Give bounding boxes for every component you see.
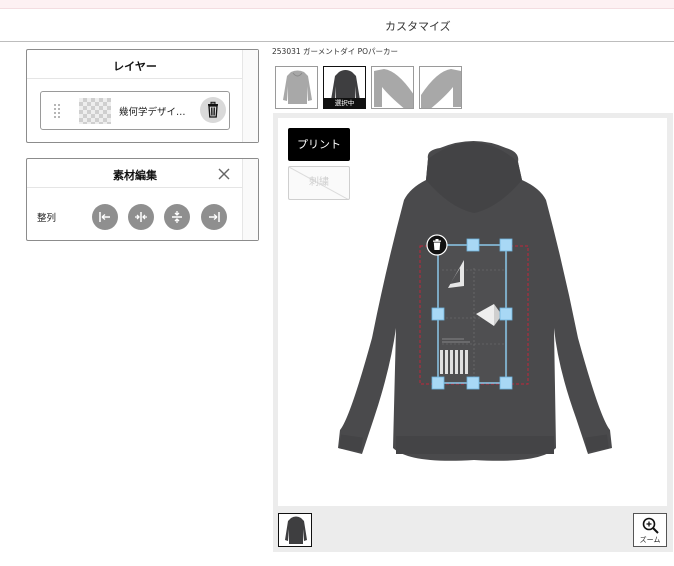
sleeve-left-icon bbox=[421, 69, 461, 108]
zoom-label: ズーム bbox=[639, 536, 661, 544]
page-title: カスタマイズ bbox=[385, 20, 451, 33]
view-thumb-back[interactable]: 選択中 bbox=[323, 66, 366, 109]
align-left-icon bbox=[99, 212, 110, 222]
embroidery-label: 刺繍 bbox=[309, 177, 329, 188]
align-center-horizontal-icon bbox=[135, 212, 147, 222]
align-center-horizontal-button[interactable] bbox=[128, 204, 154, 230]
layer-panel-header: レイヤー bbox=[27, 50, 243, 79]
selected-badge: 選択中 bbox=[324, 98, 365, 108]
view-thumb-right-sleeve[interactable] bbox=[371, 66, 414, 109]
layer-item[interactable]: 幾何学デザイ… bbox=[40, 91, 230, 130]
embroidery-button[interactable]: 刺繍 bbox=[288, 166, 350, 200]
layer-panel-scrollbar[interactable] bbox=[242, 50, 258, 142]
view-thumb-front[interactable] bbox=[275, 66, 318, 109]
hoodie-back-small-icon bbox=[285, 516, 307, 544]
print-button[interactable]: プリント bbox=[288, 128, 350, 161]
material-edit-panel: 素材編集 整列 bbox=[26, 158, 259, 241]
product-name: 253031 ガーメントダイ POパーカー bbox=[272, 47, 399, 56]
align-right-icon bbox=[209, 212, 220, 222]
material-panel-header: 素材編集 bbox=[27, 159, 243, 188]
align-label: 整列 bbox=[37, 213, 57, 224]
zoom-in-icon bbox=[642, 517, 659, 534]
drag-handle-icon[interactable] bbox=[53, 103, 61, 119]
current-product-thumb[interactable] bbox=[278, 513, 312, 547]
align-center-vertical-icon bbox=[172, 211, 182, 223]
view-thumb-left-sleeve[interactable] bbox=[419, 66, 462, 109]
top-strip bbox=[0, 0, 674, 9]
align-right-button[interactable] bbox=[201, 204, 227, 230]
align-left-button[interactable] bbox=[92, 204, 118, 230]
close-icon[interactable] bbox=[217, 167, 231, 181]
hoodie-front-icon bbox=[283, 70, 312, 104]
trash-icon bbox=[208, 101, 218, 118]
header: カスタマイズ bbox=[0, 9, 674, 42]
layer-panel: レイヤー 幾何学デザイ… bbox=[26, 49, 259, 143]
delete-design-handle[interactable] bbox=[426, 234, 448, 256]
material-panel-scrollbar[interactable] bbox=[242, 159, 258, 240]
layer-delete-button[interactable] bbox=[200, 97, 226, 123]
zoom-button[interactable]: ズーム bbox=[633, 513, 667, 547]
align-center-vertical-button[interactable] bbox=[164, 204, 190, 230]
material-panel-title: 素材編集 bbox=[113, 169, 157, 182]
sleeve-right-icon bbox=[374, 69, 413, 108]
layer-thumbnail bbox=[79, 98, 111, 124]
layer-name: 幾何学デザイ… bbox=[119, 107, 186, 118]
layer-panel-title: レイヤー bbox=[113, 60, 157, 73]
